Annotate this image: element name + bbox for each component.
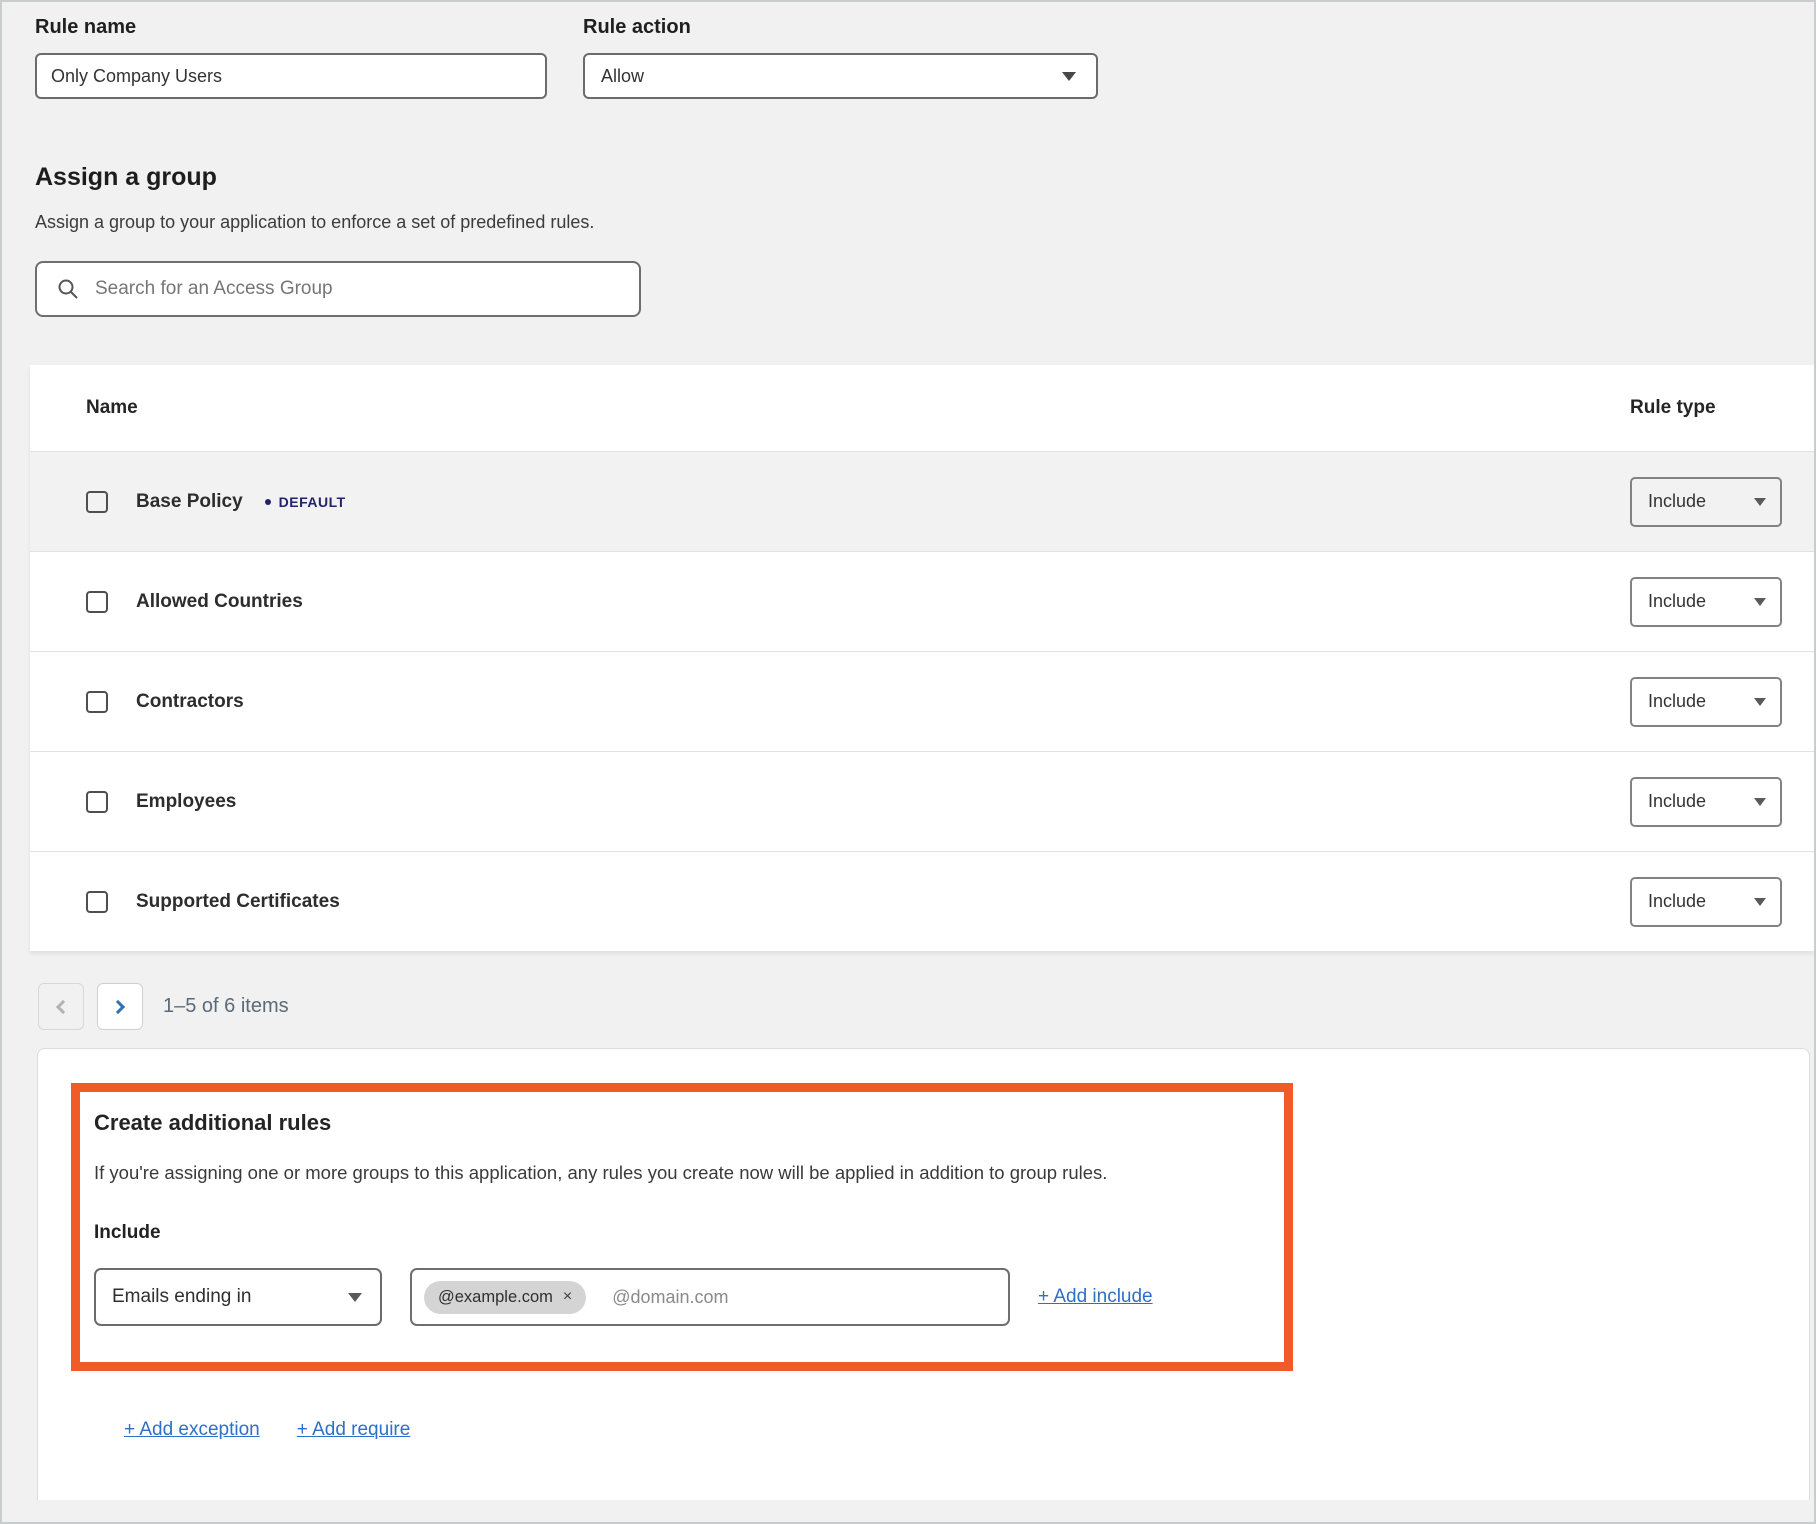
pagination: 1–5 of 6 items	[38, 983, 1814, 1030]
table-row: Contractors Include	[30, 651, 1814, 751]
include-label: Include	[94, 1222, 1260, 1244]
group-name: Contractors	[136, 691, 244, 713]
rule-type-dropdown[interactable]: Include	[1630, 477, 1782, 527]
access-group-table: Name Rule type Base Policy DEFAULT Inclu…	[30, 365, 1814, 951]
email-domain-input[interactable]	[612, 1287, 996, 1308]
rule-action-label: Rule action	[583, 16, 1098, 39]
rule-name-label: Rule name	[35, 16, 547, 39]
badge-label: DEFAULT	[279, 494, 346, 510]
group-table-body: Base Policy DEFAULT Include Allowed Coun…	[30, 451, 1814, 951]
row-checkbox[interactable]	[86, 491, 108, 513]
email-domain-chip: @example.com ×	[424, 1281, 586, 1314]
condition-value: Emails ending in	[112, 1286, 251, 1308]
rule-type-header-cell: Rule type	[1630, 397, 1788, 419]
footer-links: + Add exception + Add require	[124, 1419, 1809, 1441]
table-row: Base Policy DEFAULT Include	[30, 451, 1814, 551]
row-name-cell: Allowed Countries	[30, 591, 1630, 613]
rule-type-value: Include	[1648, 591, 1706, 612]
rules-card: Create additional rules If you're assign…	[37, 1048, 1810, 1500]
rule-type-value: Include	[1648, 891, 1706, 912]
search-input[interactable]	[95, 278, 625, 300]
add-require-link[interactable]: + Add require	[297, 1419, 411, 1441]
row-checkbox[interactable]	[86, 891, 108, 913]
row-rule-type-cell: Include	[1630, 877, 1788, 927]
rule-type-dropdown[interactable]: Include	[1630, 577, 1782, 627]
rule-type-dropdown[interactable]: Include	[1630, 777, 1782, 827]
chevron-down-icon	[1754, 798, 1766, 806]
chip-label: @example.com	[438, 1288, 553, 1307]
condition-select[interactable]: Emails ending in	[94, 1268, 382, 1326]
rule-type-value: Include	[1648, 691, 1706, 712]
rule-type-dropdown[interactable]: Include	[1630, 677, 1782, 727]
add-include-link[interactable]: + Add include	[1038, 1286, 1153, 1308]
name-column-header: Name	[86, 397, 138, 419]
table-row: Supported Certificates Include	[30, 851, 1814, 951]
include-rule-controls: Emails ending in @example.com × + Add in…	[94, 1268, 1260, 1326]
row-rule-type-cell: Include	[1630, 477, 1788, 527]
chevron-down-icon	[1754, 598, 1766, 606]
chevron-down-icon	[1754, 698, 1766, 706]
rule-name-field: Rule name	[35, 16, 547, 99]
rule-type-value: Include	[1648, 791, 1706, 812]
default-badge: DEFAULT	[265, 494, 346, 510]
chevron-right-icon	[111, 999, 125, 1013]
rule-type-dropdown[interactable]: Include	[1630, 877, 1782, 927]
row-rule-type-cell: Include	[1630, 577, 1788, 627]
chip-remove-icon[interactable]: ×	[563, 1289, 572, 1305]
chevron-down-icon	[1754, 498, 1766, 506]
rule-action-select[interactable]: Allow	[583, 53, 1098, 99]
search-icon	[57, 278, 79, 300]
row-name-cell: Employees	[30, 791, 1630, 813]
previous-page-button[interactable]	[38, 983, 84, 1030]
next-page-button[interactable]	[97, 983, 143, 1030]
assign-group-heading: Assign a group	[35, 163, 1814, 192]
name-header-cell: Name	[30, 397, 1630, 419]
table-row: Allowed Countries Include	[30, 551, 1814, 651]
group-name: Allowed Countries	[136, 591, 303, 613]
assign-group-description: Assign a group to your application to en…	[35, 212, 1814, 233]
pagination-label: 1–5 of 6 items	[163, 995, 289, 1018]
row-rule-type-cell: Include	[1630, 777, 1788, 827]
row-rule-type-cell: Include	[1630, 677, 1788, 727]
row-checkbox[interactable]	[86, 591, 108, 613]
table-row: Employees Include	[30, 751, 1814, 851]
rule-type-value: Include	[1648, 491, 1706, 512]
row-name-cell: Supported Certificates	[30, 891, 1630, 913]
chevron-left-icon	[56, 999, 70, 1013]
badge-dot-icon	[265, 499, 271, 505]
chevron-down-icon	[348, 1293, 362, 1302]
email-domain-input-box[interactable]: @example.com ×	[410, 1268, 1010, 1326]
row-checkbox[interactable]	[86, 691, 108, 713]
rule-form: Rule name Rule action Allow	[2, 2, 1814, 99]
chevron-down-icon	[1062, 72, 1076, 81]
rule-action-value: Allow	[601, 66, 644, 87]
row-name-cell: Contractors	[30, 691, 1630, 713]
additional-rules-description: If you're assigning one or more groups t…	[94, 1162, 1260, 1184]
create-additional-rules-highlight: Create additional rules If you're assign…	[71, 1083, 1293, 1371]
rule-name-input[interactable]	[35, 53, 547, 99]
rule-action-field: Rule action Allow	[583, 16, 1098, 99]
table-header: Name Rule type	[30, 365, 1814, 451]
group-name: Supported Certificates	[136, 891, 340, 913]
row-checkbox[interactable]	[86, 791, 108, 813]
chevron-down-icon	[1754, 898, 1766, 906]
access-group-search[interactable]	[35, 261, 641, 317]
page: Rule name Rule action Allow Assign a gro…	[0, 0, 1816, 1524]
row-name-cell: Base Policy DEFAULT	[30, 491, 1630, 513]
group-name: Employees	[136, 791, 236, 813]
additional-rules-heading: Create additional rules	[94, 1110, 1260, 1136]
group-name: Base Policy	[136, 491, 243, 513]
add-exception-link[interactable]: + Add exception	[124, 1419, 260, 1441]
rule-type-column-header: Rule type	[1630, 397, 1716, 419]
